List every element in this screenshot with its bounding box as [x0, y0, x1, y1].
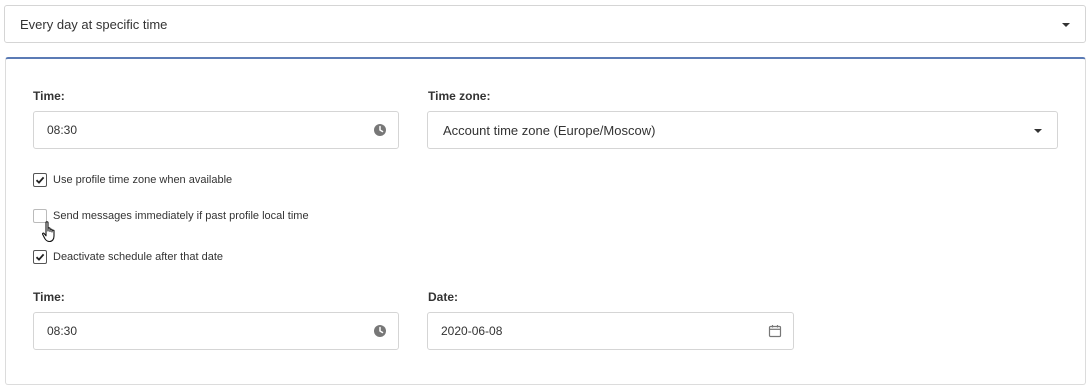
- time-value: 08:30: [47, 123, 78, 137]
- deactivate-schedule-option[interactable]: Deactivate schedule after that date: [33, 249, 223, 265]
- end-time-label: Time:: [33, 290, 65, 304]
- end-time-input[interactable]: 08:30: [33, 312, 399, 350]
- check-icon: [35, 253, 45, 261]
- hand-pointer-icon: [41, 221, 55, 243]
- chevron-down-icon: [1062, 23, 1070, 27]
- use-profile-timezone-option[interactable]: Use profile time zone when available: [33, 172, 232, 188]
- timezone-value: Account time zone (Europe/Moscow): [443, 122, 656, 138]
- end-date-input[interactable]: 2020-06-08: [427, 312, 794, 350]
- use-profile-timezone-label: Use profile time zone when available: [53, 174, 233, 186]
- timezone-label: Time zone:: [428, 89, 491, 103]
- deactivate-schedule-label: Deactivate schedule after that date: [53, 251, 223, 263]
- deactivate-schedule-checkbox[interactable]: [33, 250, 47, 264]
- time-label: Time:: [33, 89, 65, 103]
- schedule-frequency-value: Every day at specific time: [20, 16, 168, 32]
- clock-icon[interactable]: [373, 324, 387, 338]
- end-time-value: 08:30: [47, 324, 78, 338]
- use-profile-timezone-checkbox[interactable]: [33, 173, 47, 187]
- timezone-select[interactable]: Account time zone (Europe/Moscow): [427, 111, 1058, 149]
- check-icon: [35, 176, 45, 184]
- send-immediately-option[interactable]: Send messages immediately if past profil…: [33, 208, 309, 224]
- time-input[interactable]: 08:30: [33, 111, 399, 149]
- end-date-value: 2020-06-08: [441, 324, 503, 338]
- send-immediately-label: Send messages immediately if past profil…: [53, 210, 309, 222]
- chevron-down-icon: [1034, 129, 1042, 133]
- schedule-frequency-select[interactable]: Every day at specific time: [4, 5, 1086, 43]
- end-date-label: Date:: [428, 290, 459, 304]
- clock-icon[interactable]: [373, 123, 387, 137]
- calendar-icon[interactable]: [768, 324, 782, 338]
